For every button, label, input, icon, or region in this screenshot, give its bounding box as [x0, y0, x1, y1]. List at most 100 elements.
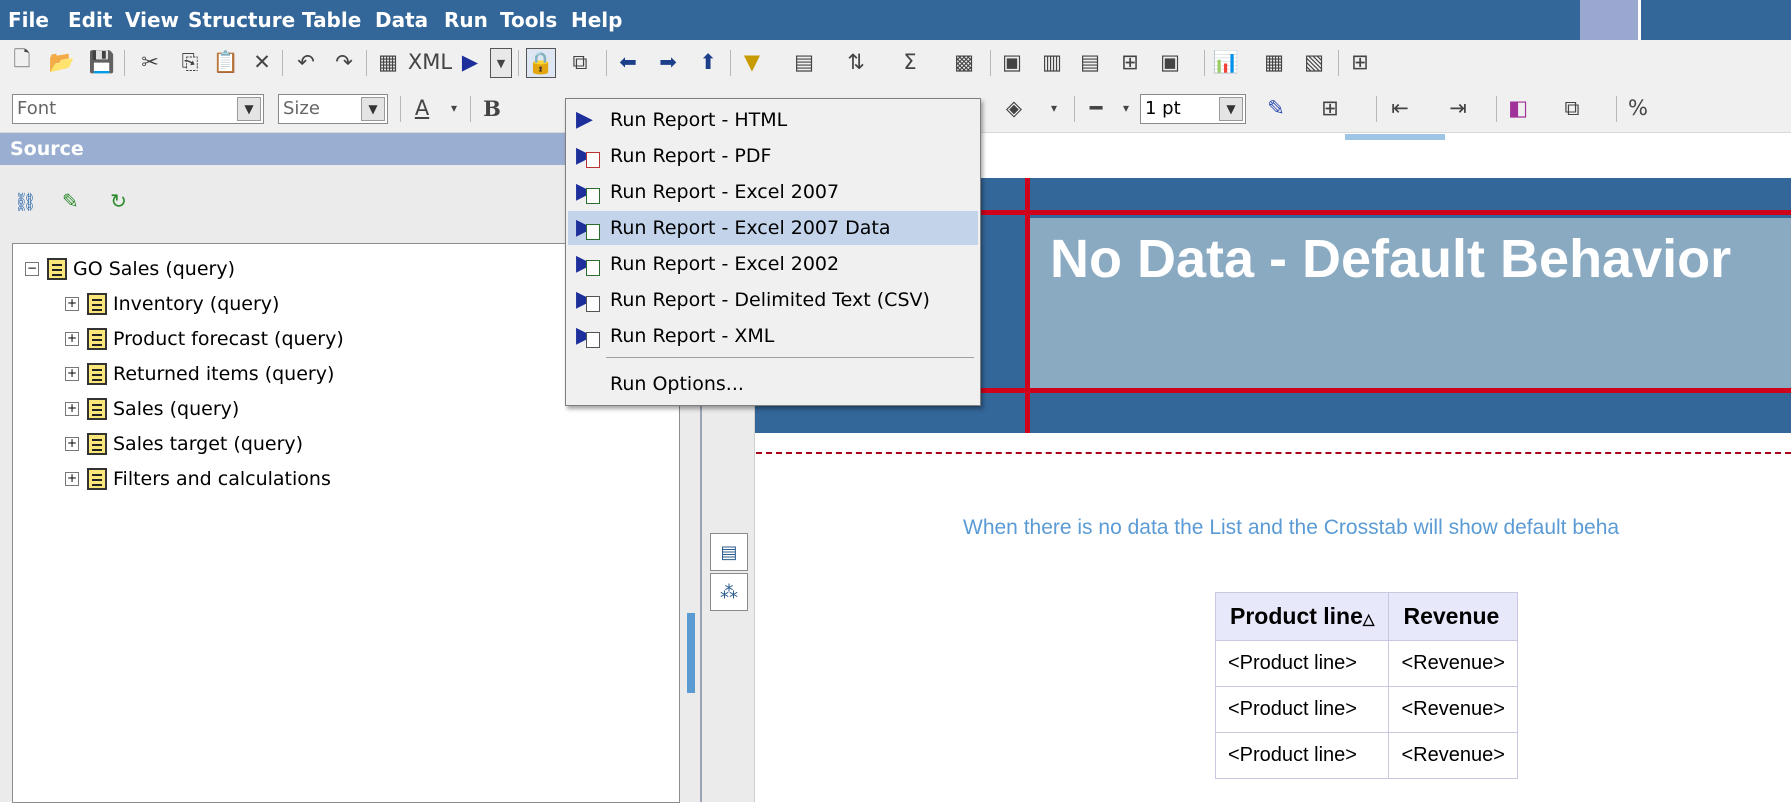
- save-icon[interactable]: 💾: [88, 48, 116, 76]
- chevron-down-icon[interactable]: ▾: [1112, 94, 1140, 122]
- expand-icon[interactable]: +: [65, 367, 79, 381]
- group-icon[interactable]: ▣: [998, 48, 1026, 76]
- menu-view[interactable]: View: [125, 8, 179, 32]
- summarize-icon[interactable]: Σ: [896, 48, 924, 76]
- increase-indent-icon[interactable]: ⇥: [1444, 94, 1472, 122]
- style-variables-icon[interactable]: ⧉: [1558, 94, 1586, 122]
- menu-structure[interactable]: Structure: [188, 8, 295, 32]
- collapse-icon[interactable]: −: [25, 262, 39, 276]
- expand-icon[interactable]: +: [65, 402, 79, 416]
- delete-icon[interactable]: ✕: [248, 48, 276, 76]
- menu-item-run-html[interactable]: ▶ Run Report - HTML: [568, 103, 978, 137]
- tree-item[interactable]: + Sales (query): [65, 394, 239, 424]
- menu-edit[interactable]: Edit: [68, 8, 112, 32]
- cut-icon[interactable]: ✂: [136, 48, 164, 76]
- border-style-icon[interactable]: ━: [1082, 94, 1110, 122]
- menu-help[interactable]: Help: [571, 8, 622, 32]
- menu-tools[interactable]: Tools: [500, 8, 557, 32]
- list-header-product-line[interactable]: Product line△: [1214, 592, 1390, 641]
- validate-report-icon[interactable]: ▦: [374, 48, 402, 76]
- expand-icon[interactable]: +: [65, 297, 79, 311]
- size-combo[interactable]: Size ▼: [278, 94, 388, 124]
- crosstab-object-icon[interactable]: ⁂: [710, 573, 748, 611]
- chart-icon[interactable]: 📊: [1212, 48, 1240, 76]
- open-folder-icon[interactable]: 📂: [48, 48, 76, 76]
- border-color-icon[interactable]: ✎: [1262, 94, 1290, 122]
- menu-table[interactable]: Table: [302, 8, 361, 32]
- insert-image-icon[interactable]: ▦: [1260, 48, 1288, 76]
- chevron-down-icon[interactable]: ▼: [361, 97, 385, 121]
- list-cell[interactable]: <Product line>: [1214, 640, 1390, 687]
- menu-run[interactable]: Run: [444, 8, 488, 32]
- bold-icon[interactable]: B: [478, 94, 506, 122]
- tree-item[interactable]: + Product forecast (query): [65, 324, 344, 354]
- border-width-combo[interactable]: 1 pt ▼: [1140, 94, 1246, 124]
- expand-icon[interactable]: +: [65, 472, 79, 486]
- redo-icon[interactable]: ↷: [330, 48, 358, 76]
- menu-item-run-excel-2007-data[interactable]: ▶ Run Report - Excel 2007 Data: [568, 211, 978, 245]
- list-object-icon[interactable]: ▤: [710, 533, 748, 571]
- suppress-icon[interactable]: ▤: [790, 48, 818, 76]
- list-header-revenue[interactable]: Revenue: [1388, 592, 1518, 641]
- section-icon[interactable]: ▥: [1038, 48, 1066, 76]
- expand-icon[interactable]: +: [65, 437, 79, 451]
- refresh-icon[interactable]: ↻: [110, 189, 134, 213]
- tree-item[interactable]: + Inventory (query): [65, 289, 279, 319]
- decrease-indent-icon[interactable]: ⇤: [1386, 94, 1414, 122]
- undo-icon[interactable]: ↶: [292, 48, 320, 76]
- insert-calculation-icon[interactable]: ▩: [950, 48, 978, 76]
- page-icon[interactable]: ▣: [1156, 48, 1184, 76]
- forward-arrow-icon[interactable]: ➡: [654, 48, 682, 76]
- swap-icon[interactable]: ⊞: [1116, 48, 1144, 76]
- menu-file[interactable]: File: [8, 8, 49, 32]
- menu-item-run-excel-2002[interactable]: ▶ Run Report - Excel 2002: [568, 247, 978, 281]
- report-title[interactable]: No Data - Default Behavior: [1050, 228, 1731, 290]
- table-icon[interactable]: ⊞: [1346, 48, 1374, 76]
- up-arrow-icon[interactable]: ⬆: [694, 48, 722, 76]
- new-icon[interactable]: 🗋: [8, 47, 36, 76]
- chevron-down-icon[interactable]: ▾: [440, 94, 468, 122]
- build-prompt-icon[interactable]: ▧: [1300, 48, 1328, 76]
- conditional-styles-icon[interactable]: ◧: [1504, 94, 1532, 122]
- copy-icon[interactable]: ⎘: [176, 48, 204, 76]
- sort-ascending-icon[interactable]: △: [1363, 611, 1375, 628]
- chevron-down-icon[interactable]: ▼: [1219, 97, 1243, 121]
- menu-data[interactable]: Data: [375, 8, 428, 32]
- list-cell[interactable]: <Revenue>: [1388, 686, 1518, 733]
- list-cell[interactable]: <Product line>: [1214, 686, 1390, 733]
- edit-query-icon[interactable]: ✎: [62, 189, 86, 213]
- menu-item-run-csv[interactable]: ▶ Run Report - Delimited Text (CSV): [568, 283, 978, 317]
- panel-splitter-handle[interactable]: [687, 613, 695, 693]
- report-list[interactable]: Product line△ Revenue <Product line> <Re…: [1214, 592, 1518, 779]
- font-color-icon[interactable]: A: [408, 94, 436, 122]
- run-report-icon[interactable]: ▶: [456, 48, 484, 76]
- query-link-icon[interactable]: ⛓: [14, 192, 38, 216]
- xml-icon[interactable]: XML: [408, 48, 452, 76]
- sort-icon[interactable]: ⇅: [842, 48, 870, 76]
- list-cell[interactable]: <Revenue>: [1388, 640, 1518, 687]
- run-dropdown-icon[interactable]: ▼: [490, 48, 512, 78]
- pivot-icon[interactable]: ▤: [1076, 48, 1104, 76]
- font-combo[interactable]: Font ▼: [12, 94, 264, 124]
- menu-item-run-excel-2007[interactable]: ▶ Run Report - Excel 2007: [568, 175, 978, 209]
- list-cell[interactable]: <Revenue>: [1388, 732, 1518, 779]
- filter-icon[interactable]: ▼: [738, 48, 766, 76]
- menu-item-run-xml[interactable]: ▶ Run Report - XML: [568, 319, 978, 353]
- tree-item[interactable]: + Filters and calculations: [65, 464, 331, 494]
- ruler-marker[interactable]: [1345, 134, 1445, 140]
- tree-item[interactable]: + Sales target (query): [65, 429, 303, 459]
- back-arrow-icon[interactable]: ⬅: [614, 48, 642, 76]
- report-note[interactable]: When there is no data the List and the C…: [963, 516, 1619, 540]
- menu-item-run-pdf[interactable]: ▶ Run Report - PDF: [568, 139, 978, 173]
- menu-item-run-options[interactable]: Run Options...: [568, 367, 978, 401]
- chevron-down-icon[interactable]: ▾: [1040, 94, 1068, 122]
- background-color-icon[interactable]: ◈: [1000, 94, 1028, 122]
- page-layout-icon[interactable]: ⧉: [566, 48, 594, 76]
- expand-icon[interactable]: +: [65, 332, 79, 346]
- chevron-down-icon[interactable]: ▼: [237, 97, 261, 121]
- list-cell[interactable]: <Product line>: [1214, 732, 1390, 779]
- borders-icon[interactable]: ⊞: [1316, 94, 1344, 122]
- lock-icon[interactable]: 🔒: [526, 48, 556, 78]
- tree-root[interactable]: − GO Sales (query): [25, 254, 235, 284]
- tree-item[interactable]: + Returned items (query): [65, 359, 334, 389]
